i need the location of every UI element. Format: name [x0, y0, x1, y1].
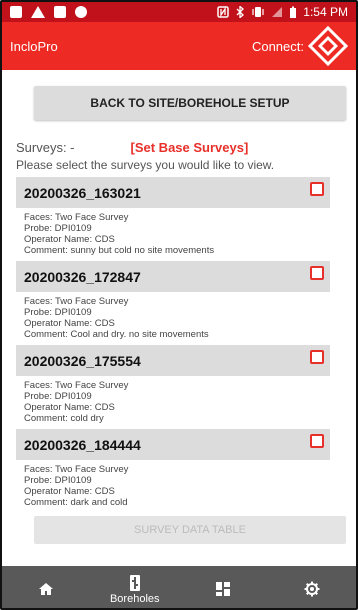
survey-checkbox[interactable] [310, 182, 324, 196]
survey-faces: Faces: Two Face Survey [24, 380, 129, 391]
clock: 1:54 PM [303, 5, 348, 19]
survey-item: 20200326_175554 Faces: Two Face Survey P… [16, 345, 342, 424]
surveys-label: Surveys: - [16, 140, 75, 155]
survey-details: Faces: Two Face Survey Probe: DPI0109 Op… [16, 208, 342, 256]
notification-icons [10, 6, 87, 18]
survey-comment: Comment: dark and cold [24, 497, 128, 508]
survey-faces: Faces: Two Face Survey [24, 296, 129, 307]
notification-icon [10, 6, 22, 18]
back-to-setup-button[interactable]: BACK TO SITE/BOREHOLE SETUP [34, 86, 346, 120]
nav-home[interactable] [2, 566, 91, 608]
boreholes-icon [129, 574, 140, 591]
connect-control[interactable]: Connect: [252, 26, 348, 66]
survey-name: 20200326_163021 [24, 184, 141, 201]
settings-icon [304, 581, 320, 597]
survey-details: Faces: Two Face Survey Probe: DPI0109 Op… [16, 460, 342, 508]
status-bar: 1:54 PM [2, 2, 356, 22]
connect-label: Connect: [251, 38, 304, 54]
survey-data-table-button[interactable]: SURVEY DATA TABLE [34, 516, 346, 544]
app-title: IncloPro [10, 38, 58, 54]
home-icon [39, 583, 54, 595]
system-icons: 1:54 PM [217, 5, 348, 19]
nav-settings[interactable] [268, 566, 357, 608]
app-frame: 1:54 PM IncloPro Connect: BACK TO SITE/B… [0, 0, 358, 610]
survey-header[interactable]: 20200326_175554 [16, 345, 330, 376]
survey-header[interactable]: 20200326_172847 [16, 261, 330, 292]
survey-faces: Faces: Two Face Survey [24, 212, 129, 223]
survey-probe: Probe: DPI0109 [24, 475, 92, 486]
set-base-surveys-link[interactable]: [Set Base Surveys] [131, 140, 249, 155]
battery-icon [290, 6, 297, 18]
survey-operator: Operator Name: CDS [24, 402, 115, 413]
survey-probe: Probe: DPI0109 [24, 223, 92, 234]
survey-checkbox[interactable] [310, 350, 324, 364]
survey-name: 20200326_175554 [24, 352, 141, 369]
survey-header[interactable]: 20200326_184444 [16, 429, 330, 460]
survey-probe: Probe: DPI0109 [24, 391, 92, 402]
image-icon [54, 6, 66, 18]
survey-operator: Operator Name: CDS [24, 318, 115, 329]
survey-probe: Probe: DPI0109 [24, 307, 92, 318]
vibrate-icon [252, 7, 264, 17]
nav-boreholes-label: Boreholes [109, 592, 160, 605]
bottom-nav: Boreholes [2, 566, 357, 608]
survey-name: 20200326_172847 [24, 268, 141, 285]
instructions-text: Please select the surveys you would like… [16, 158, 275, 172]
nav-dashboard[interactable] [179, 566, 268, 608]
survey-item: 20200326_163021 Faces: Two Face Survey P… [16, 177, 342, 256]
survey-comment: Comment: cold dry [24, 413, 104, 424]
bluetooth-icon [236, 6, 245, 18]
nav-boreholes[interactable]: Boreholes [91, 566, 180, 608]
survey-item: 20200326_184444 Faces: Two Face Survey P… [16, 429, 342, 508]
survey-details: Faces: Two Face Survey Probe: DPI0109 Op… [16, 292, 342, 340]
app-bar: IncloPro Connect: [2, 22, 356, 70]
survey-item: 20200326_172847 Faces: Two Face Survey P… [16, 261, 342, 340]
survey-operator: Operator Name: CDS [24, 486, 115, 497]
diamond-arrows-icon[interactable] [308, 26, 348, 66]
survey-checkbox[interactable] [310, 266, 324, 280]
surveys-header: Surveys: - [Set Base Surveys] [16, 140, 342, 155]
survey-comment: Comment: sunny but cold no site movement… [24, 245, 215, 256]
survey-operator: Operator Name: CDS [24, 234, 115, 245]
survey-name: 20200326_184444 [24, 436, 141, 453]
dashboard-icon [216, 582, 231, 596]
main-content: BACK TO SITE/BOREHOLE SETUP Surveys: - [… [2, 70, 356, 566]
signal-icon [272, 7, 283, 17]
survey-comment: Comment: Cool and dry. no site movements [24, 329, 209, 340]
survey-checkbox[interactable] [310, 434, 324, 448]
warning-icon [31, 6, 45, 18]
survey-details: Faces: Two Face Survey Probe: DPI0109 Op… [16, 376, 342, 424]
nfc-icon [217, 6, 230, 18]
survey-faces: Faces: Two Face Survey [24, 464, 129, 475]
survey-header[interactable]: 20200326_163021 [16, 177, 330, 208]
record-icon [75, 6, 87, 18]
